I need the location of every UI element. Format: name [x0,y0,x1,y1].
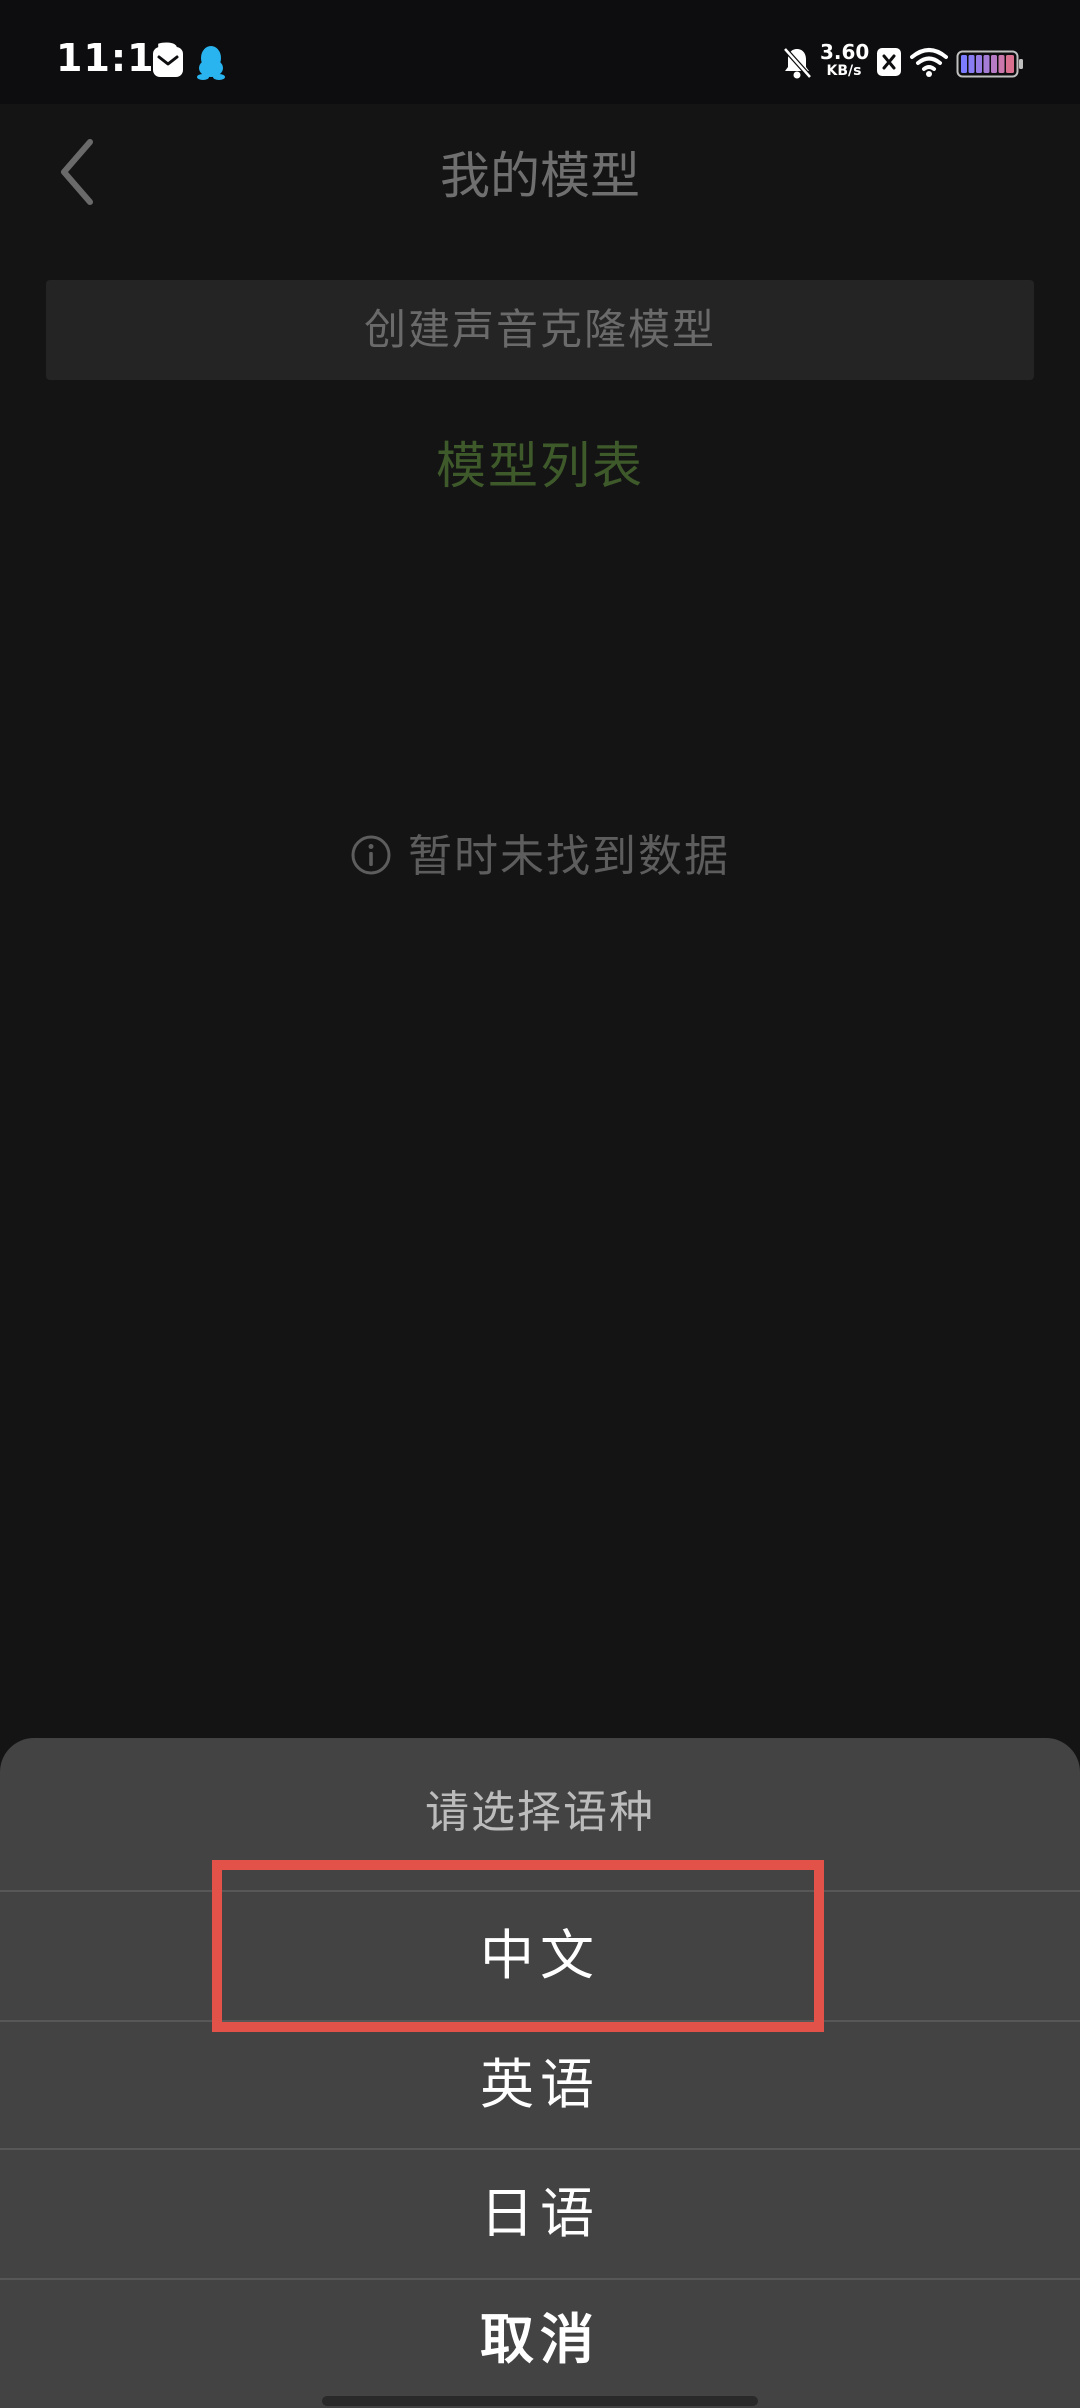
x-app-icon [877,48,901,76]
screen: 11:13 3.60 KB/s 我的模型 创建声音克隆模型 模型列表 暂时未找到… [0,0,1080,2408]
info-icon [351,835,391,875]
cancel-button[interactable]: 取消 [0,2280,1080,2408]
network-speed-unit: KB/s [826,63,862,79]
mail-icon [153,47,183,77]
qq-penguin-icon [197,46,225,80]
network-speed-value: 3.60 [820,40,870,64]
model-list-title: 模型列表 [436,437,644,495]
empty-state-text: 暂时未找到数据 [408,831,730,882]
status-bar: 11:13 3.60 KB/s [0,0,1080,104]
create-voice-clone-model-button[interactable]: 创建声音克隆模型 [46,280,1034,380]
sheet-title: 请选择语种 [425,1787,655,1838]
wifi-icon [910,48,948,77]
page-title: 我的模型 [440,147,640,205]
language-picker-sheet: 请选择语种 中文 英语 日语 取消 [0,1738,1080,2408]
option-english[interactable]: 英语 [0,2022,1080,2148]
network-speed: 3.60 KB/s [820,40,870,79]
bell-off-icon [783,47,812,79]
home-indicator[interactable] [322,2396,758,2406]
option-chinese[interactable]: 中文 [0,1892,1080,2020]
empty-state: 暂时未找到数据 [0,820,1080,884]
battery-icon [956,50,1023,78]
option-japanese[interactable]: 日语 [0,2150,1080,2278]
